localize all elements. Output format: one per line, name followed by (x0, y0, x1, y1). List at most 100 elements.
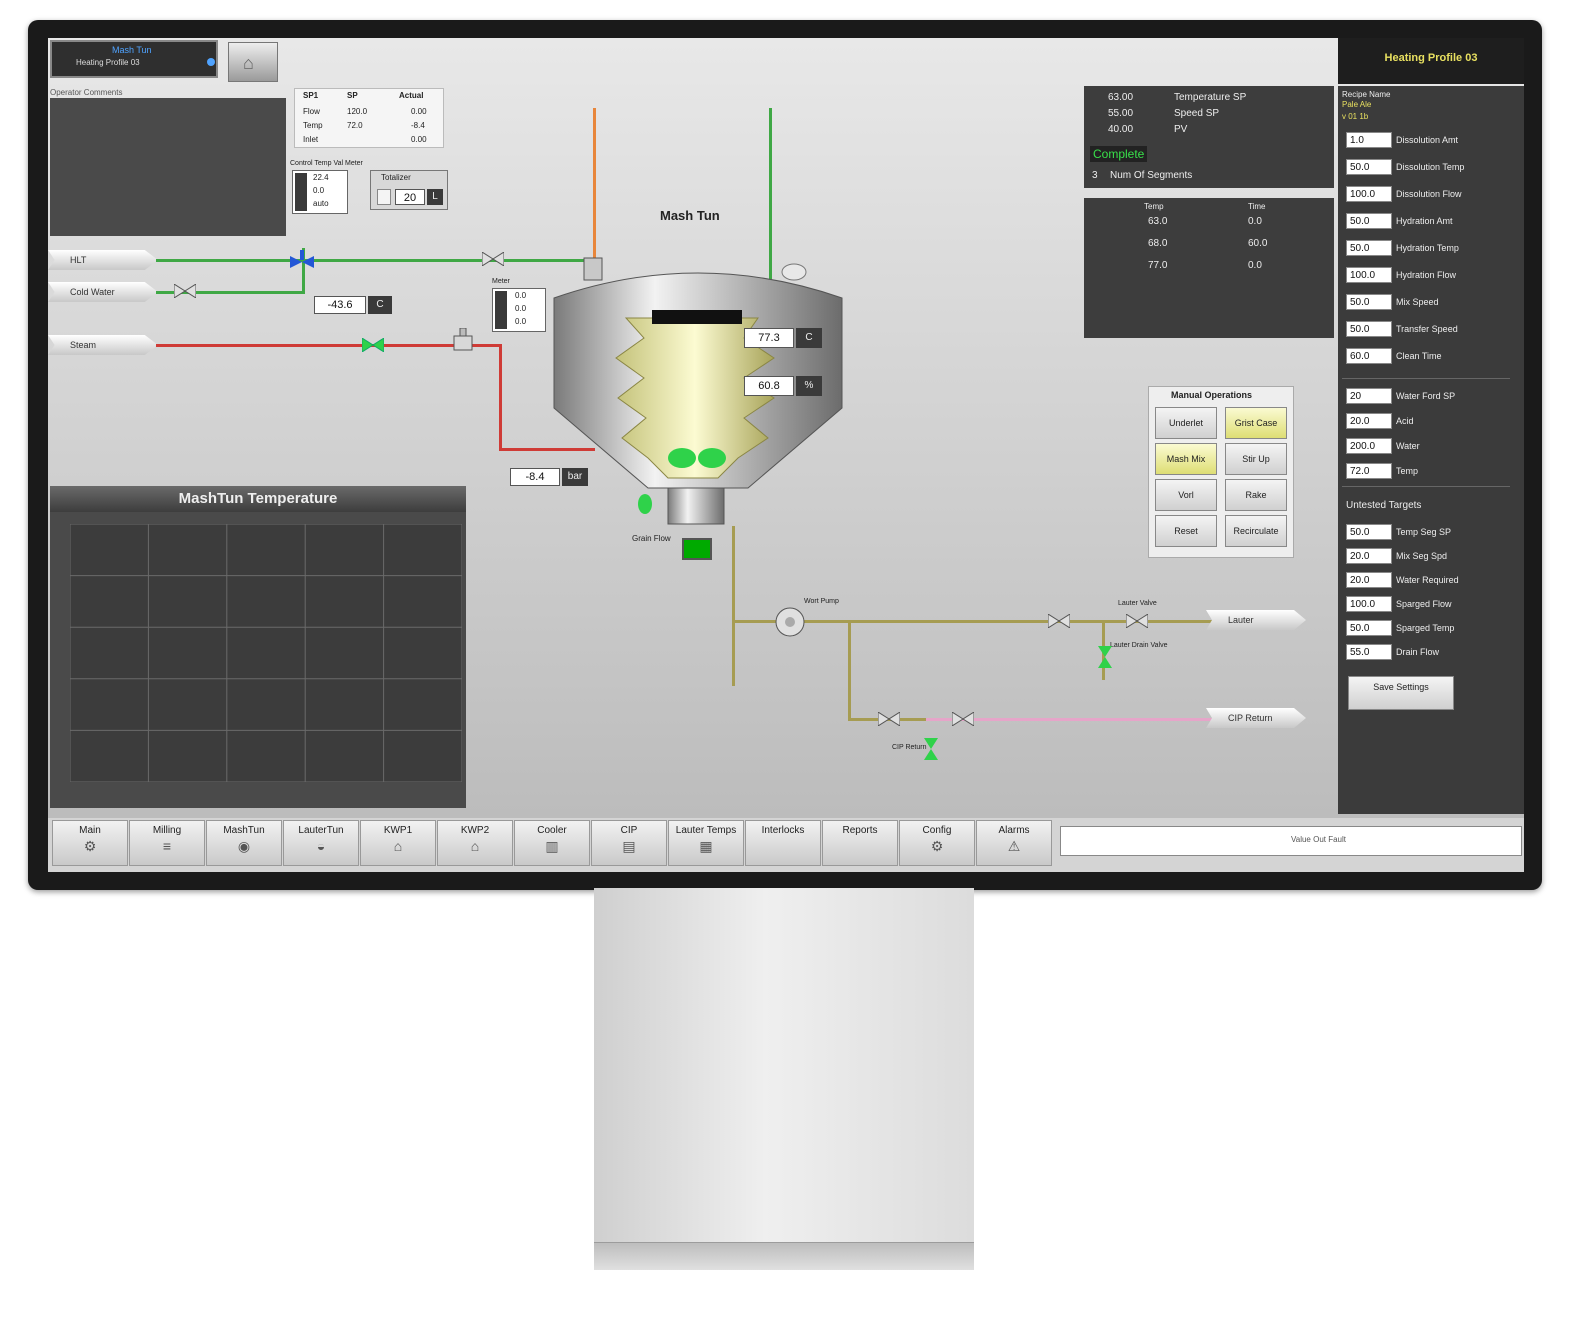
sp-row-label: Flow (303, 107, 320, 116)
profile-status: Complete (1090, 146, 1148, 162)
nav-main[interactable]: Main ⚙ (52, 820, 128, 866)
nav-cooler[interactable]: Cooler ▥ (514, 820, 590, 866)
outlet-motor[interactable] (682, 538, 712, 560)
sp-row-actual: -8.4 (411, 121, 425, 130)
nav-kwp1[interactable]: KWP1 ⌂ (360, 820, 436, 866)
profile-table-cell: 68.0 (1148, 238, 1168, 249)
profile-value: 40.00 (1108, 124, 1134, 135)
nav-kwp2[interactable]: KWP2 ⌂ (437, 820, 513, 866)
totalizer-label: Totalizer (381, 173, 411, 182)
underlet-button[interactable]: Underlet (1155, 407, 1217, 439)
nav-icon: ⚙ (930, 838, 944, 854)
param-input[interactable]: 72.0 (1346, 463, 1392, 479)
valve-icon (1098, 646, 1112, 668)
rake-button[interactable]: Rake (1225, 479, 1287, 511)
param-input[interactable]: 50.0 (1346, 620, 1392, 636)
home-button[interactable]: ⌂ (228, 42, 278, 82)
wort-pump[interactable] (772, 604, 812, 638)
meter-box: 0.0 0.0 0.0 (492, 288, 546, 332)
param-label: Dissolution Temp (1396, 162, 1465, 172)
meter-indicator (495, 291, 507, 329)
nav-lautertun[interactable]: LauterTun ◒ (283, 820, 359, 866)
reset-button[interactable]: Reset (1155, 515, 1217, 547)
hlt-valve[interactable] (481, 251, 505, 267)
param-label: Dissolution Flow (1396, 189, 1462, 199)
nav-icon: ▥ (545, 838, 559, 854)
param-label: Hydration Amt (1396, 216, 1453, 226)
param-input[interactable]: 55.0 (1346, 644, 1392, 660)
save-settings-button[interactable]: Save Settings (1348, 676, 1454, 710)
home-icon: ⌂ (243, 53, 254, 73)
param-input[interactable]: 20.0 (1346, 413, 1392, 429)
inlet-steam: Steam (48, 335, 158, 355)
sp-header-name: SP1 (303, 91, 319, 100)
nav-label: KWP2 (460, 825, 490, 836)
control-temp-box[interactable]: 22.4 0.0 auto (292, 170, 348, 214)
sp-row-actual: 0.00 (411, 135, 427, 144)
vorl-button[interactable]: Vorl (1155, 479, 1217, 511)
steam-trap[interactable] (450, 327, 476, 354)
param-input[interactable]: 50.0 (1346, 294, 1392, 310)
trap-icon (453, 327, 473, 351)
param-input[interactable]: 20.0 (1346, 572, 1392, 588)
param-label: Hydration Temp (1396, 243, 1459, 253)
totalizer-reset-button[interactable] (377, 189, 391, 205)
steam-valve[interactable] (361, 337, 385, 353)
steam-pipe (156, 344, 500, 347)
grist-case-button[interactable]: Grist Case (1225, 407, 1287, 439)
nav-mashtun[interactable]: MashTun ◉ (206, 820, 282, 866)
control-temp-value: 22.4 (313, 173, 329, 182)
param-input[interactable]: 200.0 (1346, 438, 1392, 454)
chart-title: MashTun Temperature (50, 486, 466, 512)
nav-lauter-temps[interactable]: Lauter Temps ▦ (668, 820, 744, 866)
param-input[interactable]: 50.0 (1346, 213, 1392, 229)
param-input[interactable]: 100.0 (1346, 596, 1392, 612)
status-indicator (207, 58, 215, 66)
cip-valve[interactable] (924, 738, 938, 760)
nav-milling[interactable]: Milling ≡ (129, 820, 205, 866)
param-input[interactable]: 20.0 (1346, 548, 1392, 564)
meter-label: Meter (492, 278, 510, 285)
nav-icon: ⌂ (470, 838, 480, 854)
param-input[interactable]: 50.0 (1346, 321, 1392, 337)
param-input[interactable]: 50.0 (1346, 240, 1392, 256)
param-input[interactable]: 100.0 (1346, 186, 1392, 202)
param-input[interactable]: 100.0 (1346, 267, 1392, 283)
param-input[interactable]: 60.0 (1346, 348, 1392, 364)
param-input[interactable]: 50.0 (1346, 159, 1392, 175)
valve[interactable] (877, 711, 901, 727)
tank-level-unit: % (796, 376, 822, 396)
mash-mix-button[interactable]: Mash Mix (1155, 443, 1217, 475)
nav-interlocks[interactable]: Interlocks (745, 820, 821, 866)
param-input[interactable]: 1.0 (1346, 132, 1392, 148)
comments-box[interactable] (50, 98, 286, 236)
nav-cip[interactable]: CIP ▤ (591, 820, 667, 866)
valve[interactable] (951, 711, 975, 727)
valve[interactable] (1047, 613, 1071, 629)
param-input[interactable]: 20 (1346, 388, 1392, 404)
lauter-drain-valve[interactable] (1098, 646, 1112, 668)
hlt-control-valve[interactable] (290, 250, 314, 274)
recirculate-button[interactable]: Recirculate (1225, 515, 1287, 547)
param-label: Drain Flow (1396, 647, 1440, 657)
tank-temperature-unit: C (796, 328, 822, 348)
recipe-version: v 01 1b (1342, 112, 1369, 121)
param-label: Sparged Temp (1396, 623, 1455, 633)
lauter-valve[interactable] (1125, 613, 1149, 629)
totalizer-box[interactable]: Totalizer 20 L (370, 170, 448, 210)
drain-pipe (732, 526, 735, 686)
nav-reports[interactable]: Reports (822, 820, 898, 866)
cold-water-valve[interactable] (173, 283, 197, 299)
profile-header: Heating Profile 03 (1384, 52, 1478, 64)
cip-valve-label: CIP Return (892, 744, 927, 751)
profile-value: 63.00 (1108, 92, 1134, 103)
manual-ops-title: Manual Operations (1171, 390, 1253, 400)
alarm-bar[interactable]: Value Out Fault (1060, 826, 1522, 856)
mash-tun-vessel[interactable] (548, 238, 848, 578)
nav-config[interactable]: Config ⚙ (899, 820, 975, 866)
tank-title: Mash Tun (660, 208, 720, 223)
divider (1342, 378, 1510, 379)
nav-alarms[interactable]: Alarms ⚠ (976, 820, 1052, 866)
param-input[interactable]: 50.0 (1346, 524, 1392, 540)
stir-up-button[interactable]: Stir Up (1225, 443, 1287, 475)
